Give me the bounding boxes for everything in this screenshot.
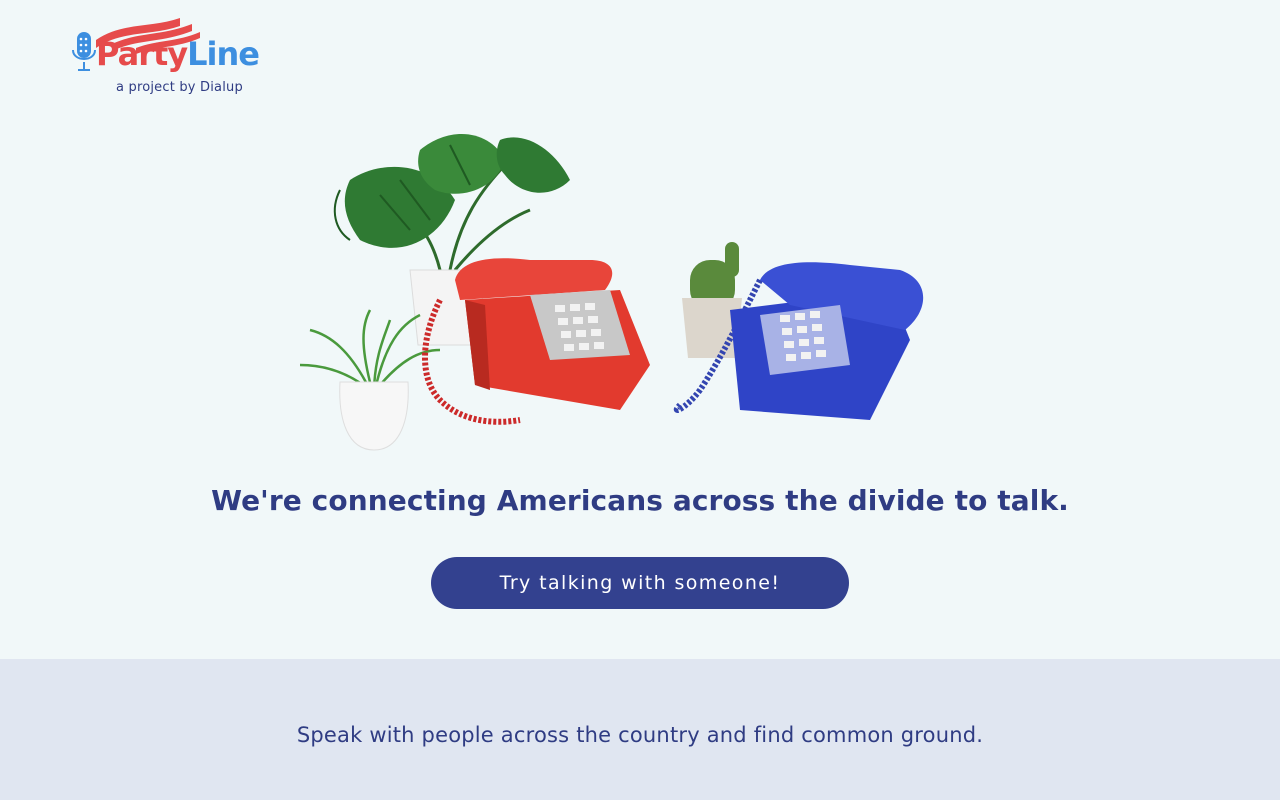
footer-band: Speak with people across the country and… [0, 659, 1280, 800]
try-talking-button[interactable]: Try talking with someone! [431, 557, 849, 609]
footer-tagline: Speak with people across the country and… [296, 723, 984, 747]
landing-page: PartyLine a project by Dialup We're conn… [0, 0, 1280, 800]
page-headline: We're connecting Americans across the di… [211, 484, 1069, 517]
logo-subtitle: a project by Dialup [116, 80, 243, 95]
hero-phones-illustration [299, 133, 924, 451]
logo-wordmark: PartyLine [96, 35, 260, 73]
red-telephone [455, 258, 650, 410]
cactus-plant [682, 242, 742, 358]
partyline-logo[interactable]: PartyLine a project by Dialup [70, 14, 270, 100]
logo-word-party: Party [96, 35, 188, 73]
logo-word-line: Line [187, 35, 260, 73]
monstera-plant [333, 133, 570, 271]
